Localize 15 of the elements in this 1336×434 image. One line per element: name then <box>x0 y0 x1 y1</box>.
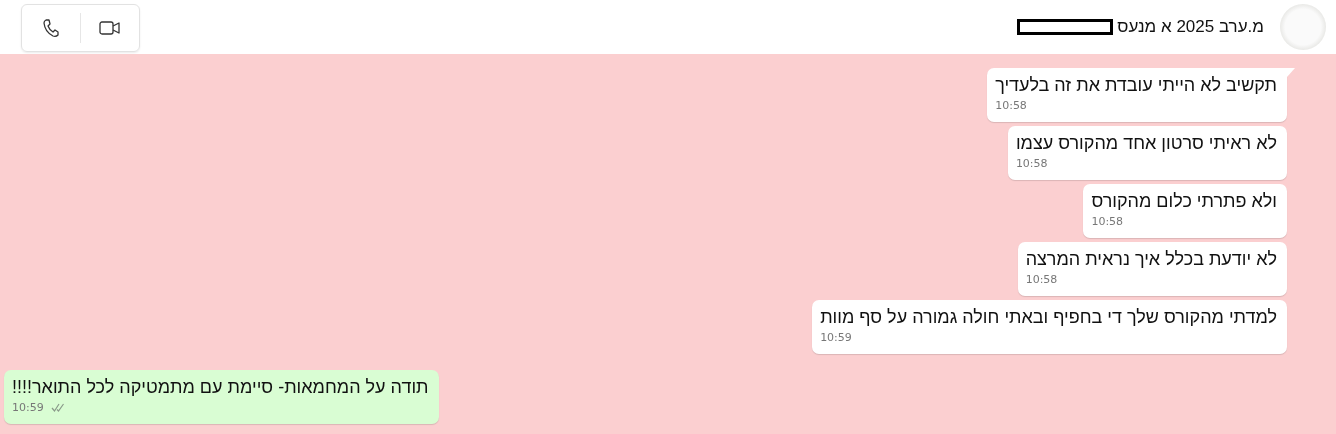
message-text: תודה על המחמאות- סיימת עם מתמטיקה לכל התואר!!!! <box>12 377 429 398</box>
video-camera-icon <box>99 20 121 36</box>
message-time: 10:59 <box>12 401 44 414</box>
message-text: לא יודעת בכלל איך נראית המרצה <box>1025 249 1277 270</box>
message-time: 10:58 <box>1091 215 1124 228</box>
phone-icon <box>42 18 60 38</box>
message-time: 10:58 <box>1015 157 1048 170</box>
message-text: למדתי מהקורס שלך די בחפיף ובאתי חולה גמורה על סף מוות <box>820 307 1277 328</box>
chat-title: מ.ערב 2025 א מנעס <box>1117 17 1264 37</box>
message-text: לא ראיתי סרטון אחד מהקורס עצמו <box>1015 133 1277 154</box>
message-time: 10:58 <box>1025 273 1058 286</box>
message-time: 10:59 <box>820 331 852 344</box>
message-text: תקשיב לא הייתי עובדת את זה בלעדיך <box>995 75 1277 96</box>
message-text: ולא פתרתי כלום מהקורס <box>1091 191 1277 212</box>
message-time: 10:58 <box>995 99 1027 112</box>
